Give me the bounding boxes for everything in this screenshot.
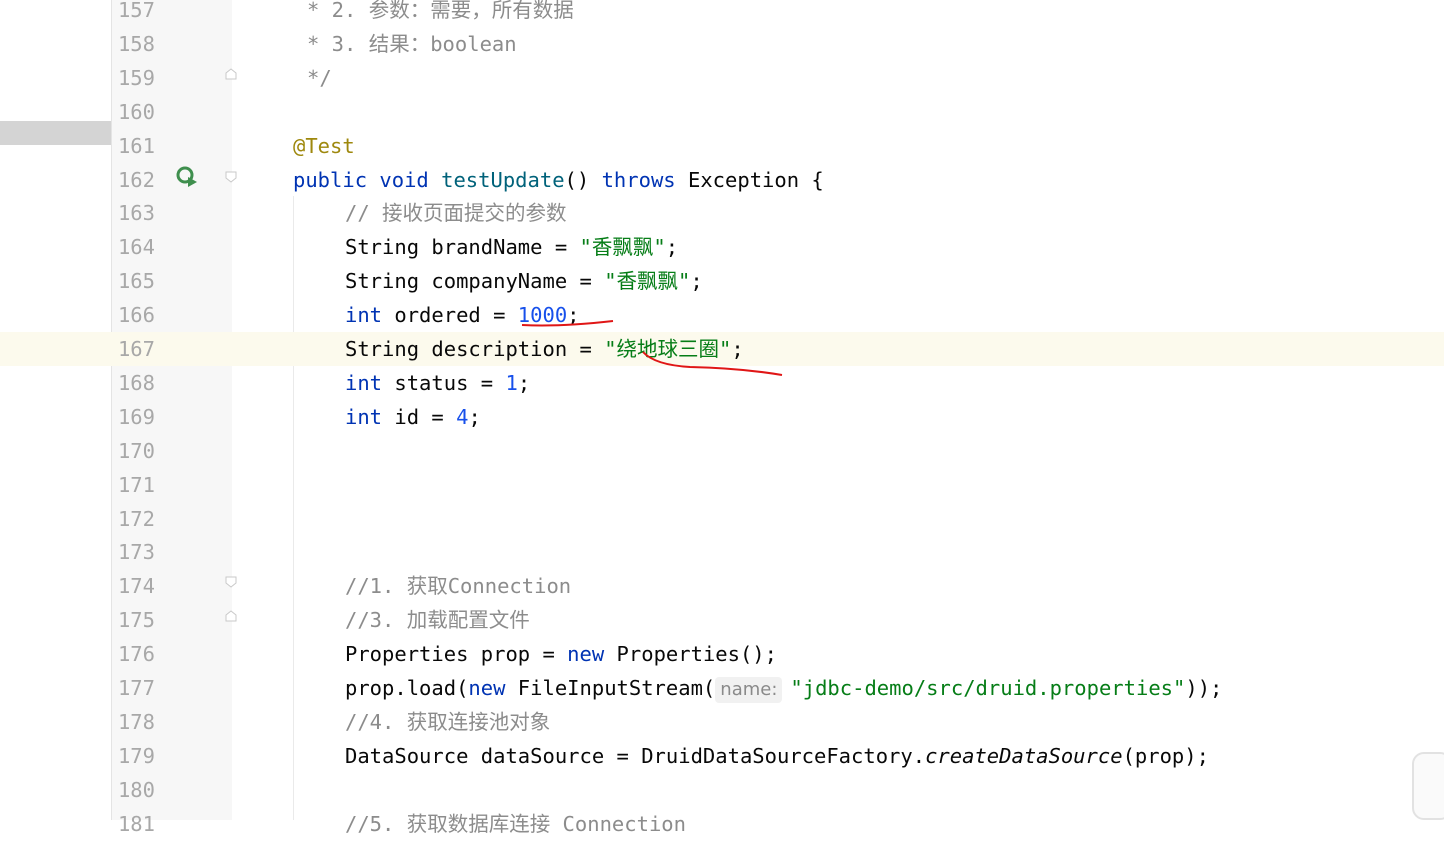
red-annotation-marks: [521, 320, 783, 376]
scroll-handle[interactable]: [1412, 752, 1444, 820]
